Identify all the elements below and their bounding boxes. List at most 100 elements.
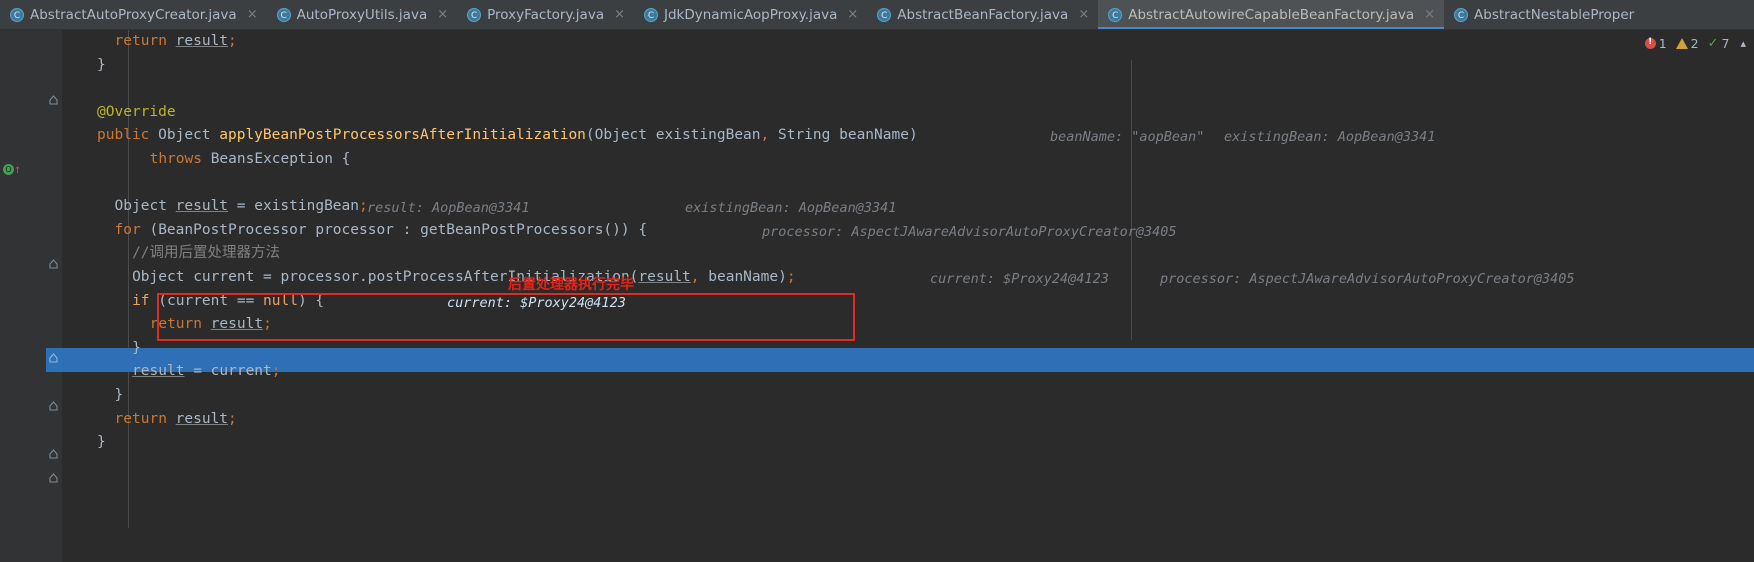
editor-tab[interactable]: C AbstractAutoProxyCreator.java ×	[0, 0, 267, 29]
inlay-parameter-hint[interactable]: result: AopBean@3341	[367, 197, 530, 221]
code-line[interactable]: }	[62, 337, 1754, 361]
code-line[interactable]: //调用后置处理器方法	[62, 242, 1754, 266]
inlay-hint-name: current:	[447, 294, 513, 311]
code-token: Object	[114, 198, 176, 215]
editor-tab-label: AutoProxyUtils.java	[296, 6, 428, 23]
java-class-icon: C	[10, 7, 24, 22]
code-fold-icon[interactable]	[48, 258, 60, 270]
code-fold-icon[interactable]	[48, 352, 60, 364]
code-token: ,	[690, 268, 700, 285]
close-icon[interactable]: ×	[1078, 7, 1089, 22]
inlay-parameter-hint[interactable]: current: $Proxy24@4123	[447, 292, 626, 316]
code-token: Object	[594, 127, 648, 144]
editor-tab[interactable]: C AutoProxyUtils.java ×	[267, 0, 458, 29]
inlay-parameter-hint[interactable]: current: $Proxy24@4123	[930, 268, 1109, 292]
close-icon[interactable]: ×	[247, 7, 258, 22]
code-token: for	[114, 221, 150, 238]
inlay-parameter-hint[interactable]: processor: AspectJAwareAdvisorAutoProxyC…	[762, 221, 1177, 245]
code-token: {	[341, 150, 351, 167]
code-token: result	[175, 410, 229, 427]
close-icon[interactable]: ×	[847, 7, 858, 22]
java-class-icon: C	[644, 7, 658, 22]
code-fold-icon[interactable]	[48, 94, 60, 106]
inlay-hint-value: "aopBean"	[1123, 129, 1205, 146]
close-icon[interactable]: ×	[437, 7, 448, 22]
code-line[interactable]: return result;	[62, 408, 1754, 432]
code-line-text: }	[62, 340, 141, 356]
code-line[interactable]	[62, 77, 1754, 101]
inlay-parameter-hint[interactable]: existingBean: AopBean@3341	[685, 197, 896, 221]
code-token: result	[638, 268, 691, 285]
code-token: Object	[132, 268, 194, 285]
inlay-hint-value: AopBean@3341	[790, 200, 897, 217]
java-class-icon: C	[467, 7, 482, 22]
warning-count: 2	[1690, 36, 1699, 51]
inlay-hint-value: AopBean@3341	[1329, 129, 1436, 146]
code-line[interactable]: throws BeansException {	[62, 148, 1754, 172]
code-line[interactable]: @Override	[62, 101, 1754, 125]
code-fold-icon[interactable]	[48, 448, 60, 460]
code-line[interactable]: }	[62, 384, 1754, 408]
code-line-text: return result;	[62, 33, 237, 49]
inlay-parameter-hint[interactable]: existingBean: AopBean@3341	[1224, 126, 1435, 150]
inlay-hint-value: $Proxy24@4123	[995, 270, 1109, 287]
code-token: ;	[228, 410, 237, 427]
code-token: = current	[184, 363, 272, 380]
code-editor[interactable]: O ↑ return result;} @Override public Objec…	[0, 30, 1754, 562]
code-line[interactable]: }	[62, 431, 1754, 455]
editor-left-gutter[interactable]	[0, 30, 46, 562]
code-line[interactable]: if (current == null) {current: $Proxy24@…	[62, 290, 1754, 314]
code-line[interactable]	[62, 172, 1754, 196]
code-token: ;	[786, 268, 796, 285]
code-token: ) {	[297, 292, 325, 309]
error-count: 1	[1658, 36, 1667, 51]
code-token: return	[114, 410, 176, 427]
overriding-method-icon[interactable]: O ↑	[3, 163, 21, 175]
inlay-hint-name: existingBean:	[685, 200, 791, 217]
close-icon[interactable]: ×	[1424, 7, 1435, 22]
inlay-hint-value: AopBean@3341	[423, 200, 530, 217]
code-token: beanName	[830, 127, 909, 144]
code-fold-icon[interactable]	[48, 472, 60, 484]
code-token: current	[193, 268, 255, 285]
error-circle-icon	[1644, 37, 1656, 49]
code-line[interactable]: public Object applyBeanPostProcessorsAft…	[62, 124, 1754, 148]
inlay-parameter-hint[interactable]: beanName: "aopBean"	[1050, 126, 1204, 150]
code-token: BeansException	[210, 150, 342, 167]
inlay-parameter-hint[interactable]: processor: AspectJAwareAdvisorAutoProxyC…	[1160, 268, 1575, 292]
chevron-up-icon[interactable]: ▴	[1740, 37, 1746, 50]
code-token: public	[97, 127, 159, 144]
code-line[interactable]: return result;	[62, 30, 1754, 54]
editor-tab-bar[interactable]: C AbstractAutoProxyCreator.java × C AutoProx…	[0, 0, 1754, 30]
warning-count-group[interactable]: 2	[1675, 36, 1699, 51]
code-token: Object	[158, 127, 220, 144]
code-line-text: }	[62, 434, 106, 450]
editor-tab[interactable]: C ProxyFactory.java ×	[457, 0, 634, 29]
code-text-layer[interactable]: return result;} @Override public Object ap…	[62, 30, 1754, 562]
inlay-hint-value: $Proxy24@4123	[512, 294, 626, 311]
code-line-text: throws BeansException {	[62, 150, 351, 167]
ok-count-group[interactable]: ✓ 7	[1708, 36, 1730, 51]
code-line[interactable]: Object current = processor.postProcessAf…	[62, 266, 1754, 290]
code-line[interactable]: for (BeanPostProcessor processor : getBe…	[62, 219, 1754, 243]
editor-tab[interactable]: C AbstractBeanFactory.java ×	[867, 0, 1098, 29]
code-line[interactable]: Object result = existingBean; result: Aop…	[62, 195, 1754, 219]
editor-tab[interactable]: C AbstractAutowireCapableBeanFactory.java…	[1098, 0, 1445, 29]
close-icon[interactable]: ×	[614, 7, 625, 22]
inlay-hint-name: processor:	[1160, 270, 1242, 287]
code-line-text: for (BeanPostProcessor processor : getBe…	[62, 221, 648, 238]
inspection-widget[interactable]: 1 2 ✓ 7 ▴	[1644, 36, 1746, 51]
inlay-hint-name: current:	[930, 270, 996, 287]
editor-tab[interactable]: C JdkDynamicAopProxy.java ×	[634, 0, 867, 29]
error-count-group[interactable]: 1	[1644, 36, 1667, 51]
editor-tab[interactable]: C AbstractNestableProper	[1444, 0, 1643, 29]
code-line-text: result = current;	[62, 363, 280, 380]
code-line[interactable]: return result;	[62, 313, 1754, 337]
code-token: applyBeanPostProcessorsAfterInitializati…	[219, 127, 586, 144]
code-token: //调用后置处理器方法	[132, 245, 281, 262]
code-token: null	[263, 292, 298, 309]
java-class-icon: C	[1108, 7, 1123, 22]
code-line[interactable]: }	[62, 54, 1754, 78]
code-line[interactable]: result = current;	[62, 360, 1754, 384]
code-fold-icon[interactable]	[48, 400, 60, 412]
